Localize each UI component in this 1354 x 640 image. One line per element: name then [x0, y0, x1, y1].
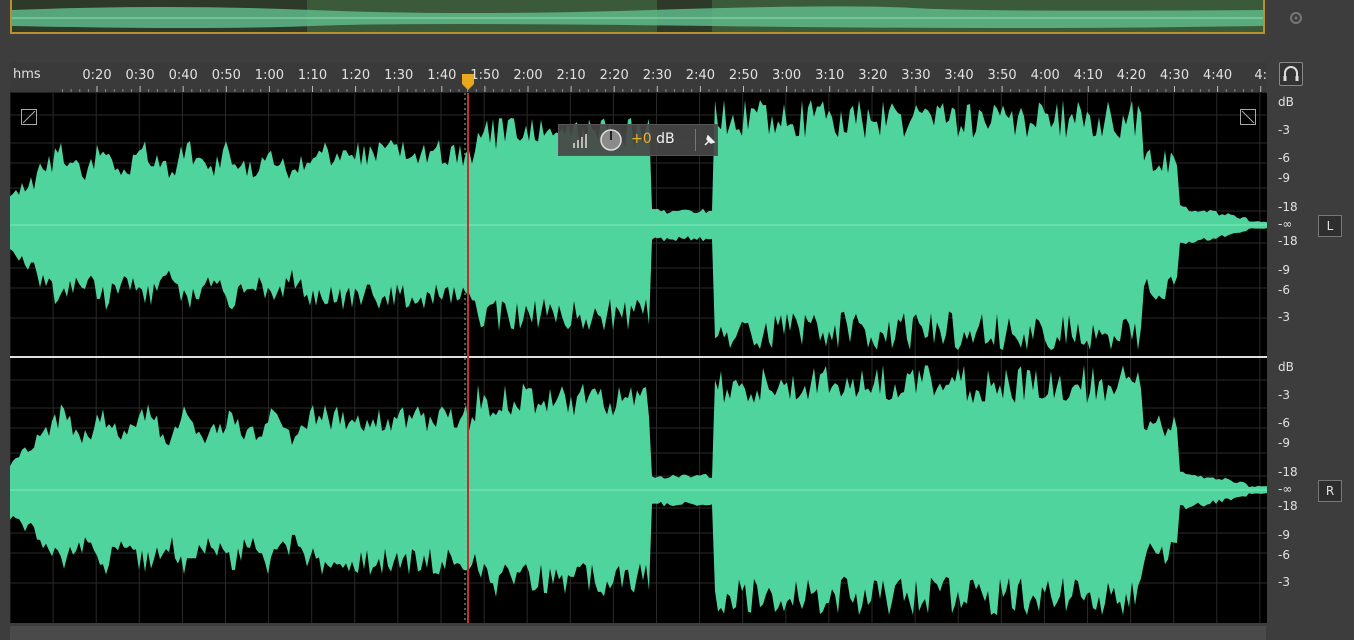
ruler-tick-label: 1:10	[298, 68, 327, 83]
ruler-tick-label: 3:40	[944, 68, 973, 83]
zoom-out-icon[interactable]	[1240, 109, 1256, 125]
ruler-tick-label: 2:00	[513, 68, 542, 83]
ruler-tick-label: 4:	[1254, 68, 1266, 83]
db-scale-label: -9	[1278, 528, 1290, 542]
db-scale-label: -∞	[1278, 217, 1293, 231]
db-scale-label: -9	[1278, 436, 1290, 450]
db-scale-label: -9	[1278, 263, 1290, 277]
ruler-tick-label: 3:00	[772, 68, 801, 83]
db-scale-label: -6	[1278, 283, 1290, 297]
horizontal-scrollbar[interactable]	[10, 626, 1266, 640]
ruler-tick-label: 0:20	[82, 68, 111, 83]
db-scale-label: -3	[1278, 575, 1290, 589]
ruler-tick-label: 2:50	[729, 68, 758, 83]
db-scale-label: -∞	[1278, 482, 1293, 496]
db-scale-label: -3	[1278, 310, 1290, 324]
ruler-tick-label: 2:40	[686, 68, 715, 83]
overview-waveform[interactable]	[10, 0, 1265, 34]
ruler-tick-label: 1:40	[427, 68, 456, 83]
channel-right-button[interactable]: R	[1318, 480, 1342, 502]
ruler-tick-label: 2:10	[556, 68, 585, 83]
overview-waveform-graphic	[12, 0, 1263, 32]
ruler-tick-label: 0:50	[212, 68, 241, 83]
ruler-tick-label: 1:00	[255, 68, 284, 83]
ruler-tick-label: 3:20	[858, 68, 887, 83]
db-scale-label: dB	[1278, 360, 1294, 374]
channel-left-button[interactable]: L	[1318, 215, 1342, 237]
playhead-marker[interactable]	[462, 74, 474, 90]
waveform-display[interactable]	[10, 93, 1267, 623]
ruler-ticks: 0:20 0:30 0:40 0:50 1:00 1:10 1:20 1:30 1:40 1:50…	[62, 68, 1266, 92]
ruler-tick-label: 3:50	[987, 68, 1016, 83]
db-scale-label: -6	[1278, 548, 1290, 562]
db-scale-label: -18	[1278, 234, 1298, 248]
waveform-graphic	[10, 93, 1267, 623]
ruler-tick-label: 1:30	[384, 68, 413, 83]
db-scale-label: -18	[1278, 465, 1298, 479]
db-scale-label: -3	[1278, 388, 1290, 402]
pin-icon[interactable]	[701, 133, 717, 149]
ruler-tick-label: 3:10	[815, 68, 844, 83]
ruler-tick-label: 1:20	[341, 68, 370, 83]
zoom-in-icon[interactable]	[21, 109, 37, 125]
db-scale-label: -18	[1278, 499, 1298, 513]
db-scale-label: -9	[1278, 171, 1290, 185]
headphones-icon[interactable]	[1279, 62, 1303, 86]
db-scale: dB -3 -6 -9 -18 -∞ -18 -9 -6 -3 dB -3 -6 -9 -18 -∞ -18 -9…	[1268, 93, 1308, 623]
gear-icon[interactable]	[1286, 8, 1306, 28]
ruler-tick-label: 3:30	[901, 68, 930, 83]
ruler-tick-label: 0:40	[169, 68, 198, 83]
ruler-tick-label: 4:00	[1031, 68, 1060, 83]
db-scale-label: -6	[1278, 151, 1290, 165]
ruler-tick-label: 0:30	[125, 68, 154, 83]
ruler-tick-label: 2:30	[643, 68, 672, 83]
volume-value[interactable]: +0 dB	[631, 131, 675, 147]
ruler-tick-label: 2:20	[600, 68, 629, 83]
ruler-tick-label: 1:50	[470, 68, 499, 83]
db-scale-label: -18	[1278, 200, 1298, 214]
volume-hud[interactable]: +0 dB	[558, 124, 718, 156]
db-scale-label: -3	[1278, 123, 1290, 137]
ruler-tick-label: 4:20	[1117, 68, 1146, 83]
db-scale-label: dB	[1278, 95, 1294, 109]
ruler-tick-label: 4:10	[1074, 68, 1103, 83]
hud-divider	[695, 129, 696, 151]
time-ruler[interactable]: hms 0:20 0:30 0:40 0:50 1:00 1:10 1:20 1:30 1:40…	[10, 62, 1266, 93]
ruler-tick-label: 4:30	[1160, 68, 1189, 83]
db-scale-label: -6	[1278, 416, 1290, 430]
ruler-tick-label: 4:40	[1203, 68, 1232, 83]
volume-knob-icon[interactable]	[599, 128, 623, 152]
